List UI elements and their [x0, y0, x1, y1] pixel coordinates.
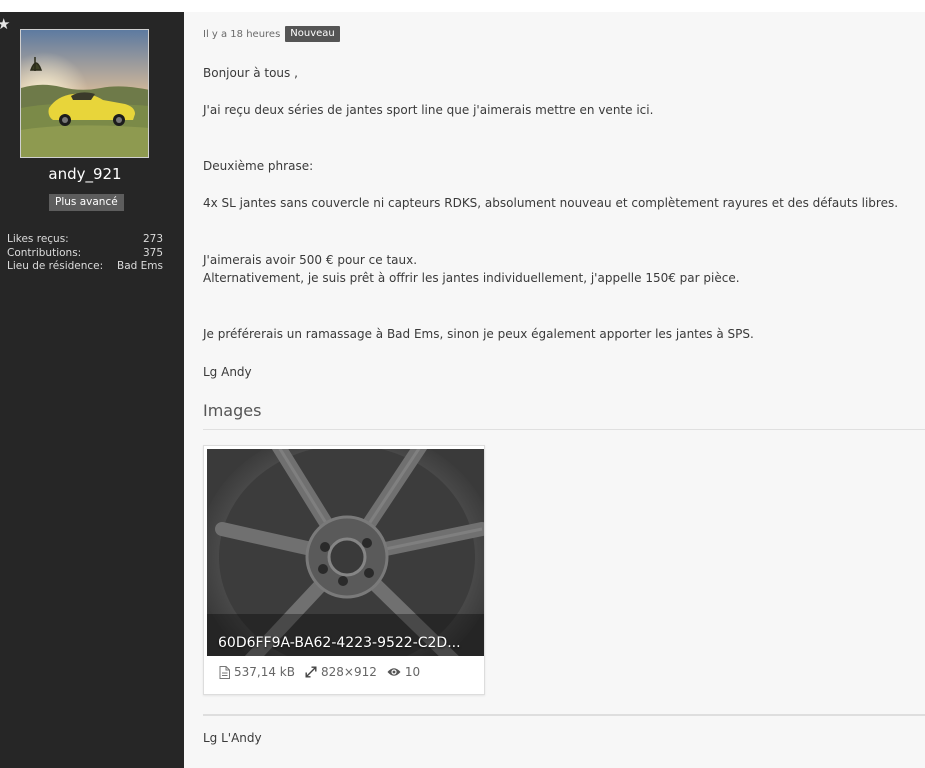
image-dimensions: 828×912 [305, 665, 377, 679]
image-filename[interactable]: 60D6FF9A-BA62-4223-9522-C2D... [218, 635, 461, 651]
stat-label: Contributions: [7, 246, 82, 259]
top-strip [0, 0, 925, 12]
post-greeting: Bonjour à tous , [203, 66, 298, 80]
post-line-5: Alternativement, je suis prêt à offrir l… [203, 271, 740, 285]
dimensions-value: 828×912 [320, 665, 377, 679]
post-line-1: J'ai reçu deux séries de jantes sport li… [203, 103, 654, 117]
username[interactable]: andy_921 [0, 165, 170, 183]
post-time[interactable]: Il y a 18 heures [203, 29, 280, 40]
resize-icon [305, 666, 317, 678]
image-thumbnail[interactable]: 60D6FF9A-BA62-4223-9522-C2D... [207, 449, 484, 656]
stat-likes: Likes reçus: 273 [7, 233, 163, 247]
post-line-4: J'aimerais avoir 500 € pour ce taux. [203, 253, 418, 267]
views-value: 10 [404, 665, 421, 679]
post-line-2: Deuxième phrase: [203, 159, 314, 173]
stat-label: Lieu de résidence: [7, 260, 104, 272]
post-line-3: 4x SL jantes sans couvercle ni capteurs … [203, 196, 899, 210]
avatar[interactable] [20, 29, 149, 158]
post-signature: Lg L'Andy [203, 731, 262, 745]
new-badge: Nouveau [285, 26, 340, 42]
image-attachment[interactable]: 60D6FF9A-BA62-4223-9522-C2D... 537,14 kB [203, 445, 485, 695]
divider [203, 429, 925, 430]
file-icon [219, 665, 230, 679]
file-size-value: 537,14 kB [234, 665, 295, 679]
post-content: Il y a 18 heures Nouveau Bonjour à tous … [203, 12, 925, 768]
star-icon: ★ [0, 15, 11, 33]
image-meta: 537,14 kB 828×912 10 [219, 665, 420, 679]
signature-divider [203, 714, 925, 716]
user-stats: Likes reçus: 273 Contributions: 375 Lieu… [7, 233, 163, 274]
stat-value: 375 [142, 246, 163, 259]
view-count: 10 [387, 665, 420, 679]
file-size: 537,14 kB [219, 665, 295, 679]
rank-badge: Plus avancé [49, 194, 124, 211]
stat-contributions: Contributions: 375 [7, 247, 163, 261]
images-heading: Images [203, 401, 262, 420]
user-sidebar: ★ andy_921 Plus avancé Likes reçus: 273 … [0, 12, 184, 768]
stat-value: Bad Ems [117, 260, 163, 272]
stat-residence: Lieu de résidence: Bad Ems [7, 260, 163, 274]
eye-icon [387, 668, 401, 676]
post-line-6: Je préférerais un ramassage à Bad Ems, s… [203, 327, 754, 341]
stat-value: 273 [142, 233, 163, 245]
post-meta: Il y a 18 heures Nouveau [203, 26, 340, 42]
stat-label: Likes reçus: [7, 233, 69, 245]
post-signoff: Lg Andy [203, 365, 252, 379]
